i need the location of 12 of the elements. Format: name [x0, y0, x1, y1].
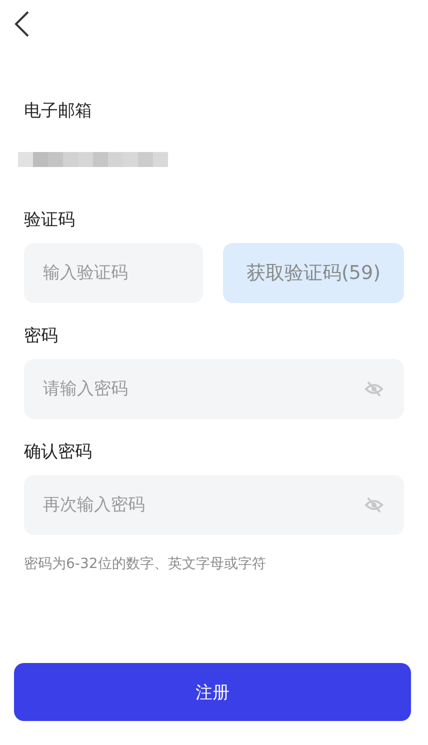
- field-label: 电子邮箱: [24, 100, 93, 123]
- password-input-field[interactable]: 请输入密码: [24, 359, 404, 419]
- password-hint: 密码为6-32位的数字、英文字母或字符: [24, 555, 267, 573]
- eye-off-icon[interactable]: [364, 495, 384, 515]
- eye-off-icon[interactable]: [364, 379, 384, 399]
- register-button[interactable]: 注册: [14, 663, 411, 721]
- code-input-field[interactable]: 输入验证码: [24, 243, 203, 303]
- field-label: 密码: [24, 325, 59, 348]
- field-label: 验证码: [24, 209, 76, 232]
- back-icon[interactable]: [14, 10, 30, 38]
- field-label: 确认密码: [24, 441, 93, 464]
- password-input-field[interactable]: 再次输入密码: [24, 475, 404, 535]
